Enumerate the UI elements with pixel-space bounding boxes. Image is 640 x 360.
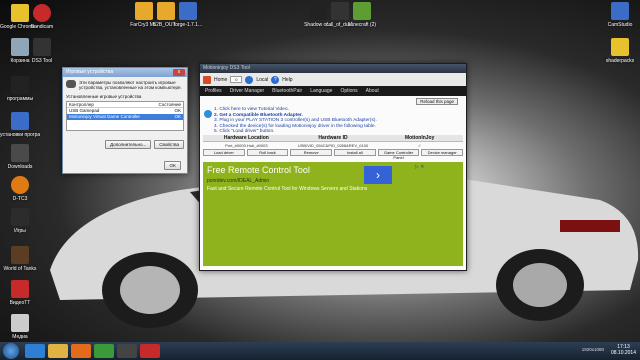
document-icon xyxy=(11,314,29,332)
taskbar-ds3-icon[interactable] xyxy=(117,344,137,358)
ad-banner[interactable]: Free Remote Control Tool pointdev.com/ID… xyxy=(203,162,463,266)
desktop-icon-camstudio[interactable]: CamStudio xyxy=(600,2,640,28)
info-icon xyxy=(204,110,212,118)
action-bar: Load driver Roll back Remove Install all… xyxy=(203,149,464,160)
adchoices-icon[interactable]: ▷ ✕ xyxy=(415,164,424,170)
menu-driver-manager[interactable]: Driver Manager xyxy=(230,88,264,94)
folder-icon xyxy=(11,112,29,130)
menu-bar: Profiles Driver Manager BluetoothPair La… xyxy=(200,86,466,96)
device-manager-button[interactable]: Device manager xyxy=(421,149,464,156)
install-all-button[interactable]: Install all xyxy=(334,149,376,156)
window-titlebar[interactable]: Motioninjoy DS3 Tool xyxy=(200,64,466,73)
desktop-icon-media[interactable]: Медиа xyxy=(0,314,40,340)
bandicam-icon xyxy=(33,4,51,22)
menu-language[interactable]: Language xyxy=(310,88,332,94)
motioninjoy-window: Motioninjoy DS3 Tool Home 0 Local ? Help… xyxy=(199,63,467,271)
taskbar: 1920x1080 17:13 08.10.2014 xyxy=(0,342,640,360)
desktop-icon-downloads[interactable]: Downloads xyxy=(0,144,40,170)
desktop-icon-dtc[interactable]: D-TC3 xyxy=(0,176,40,202)
step-3: 3. Plug in your PLAY STATION 3 controlle… xyxy=(214,118,377,124)
dialog-titlebar[interactable]: Игровые устройства x xyxy=(63,68,187,77)
desktop-icon-world-of-tanks[interactable]: World of Tanks xyxy=(0,246,40,272)
tank-icon xyxy=(11,246,29,264)
device-table-header: Hardware Location Hardware ID MotionInJo… xyxy=(203,135,463,142)
desktop-icon-games[interactable]: Игры xyxy=(0,208,40,234)
desktop-icon-ds3-tool[interactable]: DS3 Tool xyxy=(22,38,62,64)
reload-page-button[interactable]: Reload this page xyxy=(416,98,458,105)
desktop-icon-bandicam[interactable]: Bandicam xyxy=(22,4,62,30)
folder-icon xyxy=(11,76,29,94)
column-status: Состояние xyxy=(158,102,181,107)
ad-url[interactable]: pointdev.com/IDEAL_Admin xyxy=(207,178,269,184)
taskbar-explorer-icon[interactable] xyxy=(48,344,68,358)
window-title: Motioninjoy DS3 Tool xyxy=(203,65,250,71)
camera-icon xyxy=(611,2,629,20)
desktop-icon-programs[interactable]: программы xyxy=(0,76,40,102)
folder-icon xyxy=(11,144,29,162)
desktop-icon-shaderpacks[interactable]: shaderpacks xyxy=(600,38,640,64)
taskbar-chrome-icon[interactable] xyxy=(94,344,114,358)
tray-resolution: 1920x1080 xyxy=(581,347,604,352)
ad-arrow-button[interactable]: › xyxy=(364,166,392,184)
local-button[interactable]: Local xyxy=(256,77,268,83)
app-icon xyxy=(11,176,29,194)
folder-icon xyxy=(611,38,629,56)
desktop-icon-install-programs[interactable]: установки программы xyxy=(0,112,40,138)
ad-title[interactable]: Free Remote Control Tool xyxy=(207,165,310,175)
taskbar-ie-icon[interactable] xyxy=(25,344,45,358)
properties-button[interactable]: Свойства xyxy=(154,140,184,149)
taskbar-media-icon[interactable] xyxy=(71,344,91,358)
menu-options[interactable]: Options xyxy=(340,88,357,94)
globe-icon xyxy=(245,75,254,84)
desktop-icon-minecraft[interactable]: Minecraft (2) xyxy=(342,2,382,28)
clock-date: 08.10.2014 xyxy=(610,350,636,356)
advanced-button[interactable]: Дополнительно... xyxy=(105,140,152,149)
desktop-icon-forge[interactable]: forge-1.7.1... xyxy=(168,2,208,28)
col-hardware-id: Hardware ID xyxy=(318,135,348,141)
start-button[interactable] xyxy=(3,343,19,359)
gamepad-icon xyxy=(66,80,76,88)
menu-about[interactable]: About xyxy=(366,88,379,94)
load-driver-button[interactable]: Load driver xyxy=(203,149,245,156)
page-select[interactable]: 0 xyxy=(230,76,243,83)
game-controllers-dialog: Игровые устройства x Эти параметры позво… xyxy=(62,67,188,174)
main-content: Reload this page 1. Click here to view T… xyxy=(200,96,466,270)
instruction-steps: 1. Click here to view Tutorial Video. 2.… xyxy=(214,107,377,135)
ad-description: Fast and Secure Remote Control Tool for … xyxy=(207,186,368,192)
list-label: Установленные игровые устройства xyxy=(66,94,142,99)
home-icon xyxy=(203,75,211,84)
game-controller-panel-button[interactable]: Game Controller Panel xyxy=(377,149,420,160)
dialog-title: Игровые устройства xyxy=(66,69,114,75)
roll-back-button[interactable]: Roll back xyxy=(246,149,289,156)
desktop-icon-video[interactable]: ВидеоТТ xyxy=(0,280,40,306)
help-icon: ? xyxy=(271,75,280,84)
ok-button[interactable]: OK xyxy=(164,161,181,170)
video-icon xyxy=(11,280,29,298)
archive-icon xyxy=(179,2,197,20)
list-item-selected[interactable]: Motioninjoy Virtual Game Controller OK xyxy=(67,114,183,120)
column-controller: Контроллер xyxy=(69,102,94,107)
clock[interactable]: 17:13 08.10.2014 xyxy=(611,344,636,356)
taskbar-bandicam-icon[interactable] xyxy=(140,344,160,358)
folder-icon xyxy=(11,208,29,226)
close-button[interactable]: x xyxy=(173,69,185,76)
menu-bluetooth-pair[interactable]: BluetoothPair xyxy=(272,88,302,94)
menu-profiles[interactable]: Profiles xyxy=(205,88,222,94)
dialog-header: Эти параметры позволяют настроить игровы… xyxy=(63,77,187,93)
home-button[interactable]: Home xyxy=(214,77,227,83)
remove-button[interactable]: Remove xyxy=(290,149,333,156)
gamepad-icon xyxy=(33,38,51,56)
dialog-buttons: Дополнительно... Свойства xyxy=(63,137,187,152)
col-hardware-location: Hardware Location xyxy=(223,135,269,141)
dialog-description: Эти параметры позволяют настроить игровы… xyxy=(79,80,182,90)
help-button[interactable]: Help xyxy=(282,77,292,83)
col-motioninjoy: MotionInJoy xyxy=(404,135,435,141)
controller-list[interactable]: Контроллер Состояние USB Gamepad OK Moti… xyxy=(66,101,184,131)
toolbar: Home 0 Local ? Help xyxy=(200,73,466,86)
minecraft-icon xyxy=(353,2,371,20)
